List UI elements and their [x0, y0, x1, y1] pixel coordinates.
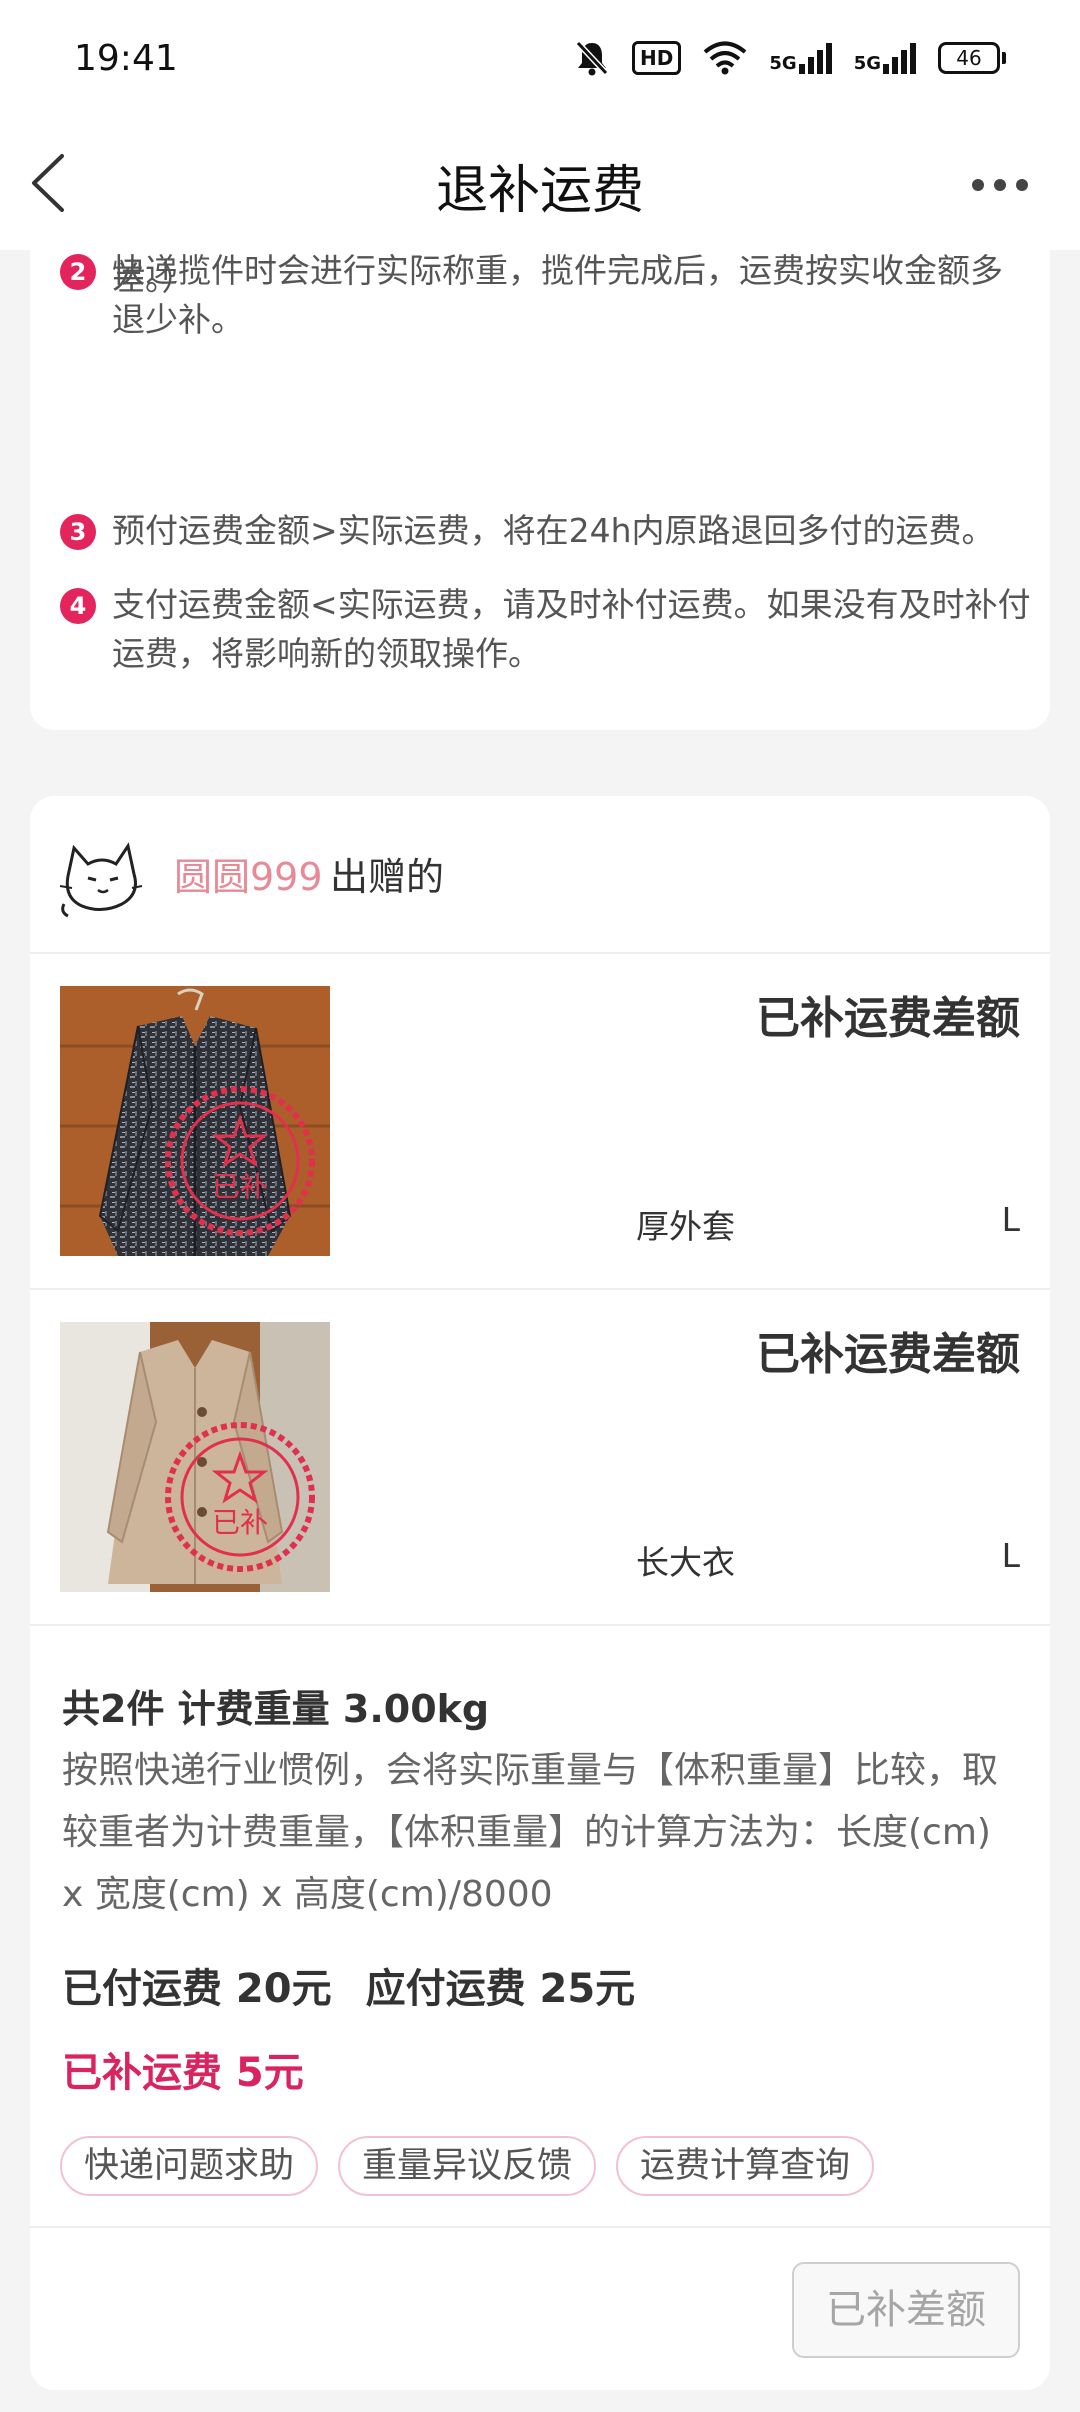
network-type-label: 5G [769, 52, 797, 74]
item-size: L [1001, 1200, 1020, 1239]
status-icons: HD 5G 5G 46 [574, 36, 1006, 80]
summary-description: 按照快递行业惯例，会将实际重量与【体积重量】比较，取较重者为计费重量，【体积重量… [62, 1750, 999, 1915]
battery-level: 46 [938, 42, 1000, 74]
avatar[interactable] [58, 838, 144, 918]
item-size: L [1001, 1536, 1020, 1575]
giver-suffix: 出赠的 [330, 855, 445, 899]
chip-shipping-help[interactable]: 快递问题求助 [60, 2136, 319, 2196]
nav-bar: 退补运费 [0, 120, 1080, 250]
list-item[interactable]: 已补 已补运费差额 长大衣 L [30, 1290, 1050, 1626]
rule-text: 快递揽件时会进行实际称重，揽件完成后，运费按实收金额多退少补。 [112, 251, 1003, 339]
item-name: 长大衣 [636, 1543, 735, 1582]
order-card: 圆圆999 出赠的 已补 已补运费差额 厚外套 L 已补 已补运费差额 长大衣 … [30, 796, 1050, 2390]
paid-fee: 已付运费 20元 [62, 1966, 332, 2012]
rule-number-badge: 3 [60, 514, 96, 550]
mute-bell-icon [574, 39, 610, 77]
divider [30, 2226, 1050, 2228]
due-fee: 应付运费 25元 [365, 1966, 636, 2012]
rule-number-badge: 4 [60, 588, 96, 624]
list-item[interactable]: 已补 已补运费差额 厚外套 L [30, 954, 1050, 1290]
giver-name[interactable]: 圆圆999 [174, 846, 323, 901]
more-icon[interactable] [972, 170, 1042, 200]
rule-number-badge: 2 [60, 254, 96, 290]
network-type-label: 5G [853, 52, 881, 74]
5g-signal-icon: 5G [853, 42, 916, 74]
battery-icon: 46 [938, 42, 1006, 74]
wifi-icon [703, 41, 747, 75]
stamp-label: 已补 [212, 1170, 268, 1203]
item-status: 已补运费差额 [756, 993, 1020, 1044]
item-photo-overcoat: 已补 [60, 1322, 330, 1592]
item-photo-coat: 已补 [60, 986, 330, 1256]
5g-signal-icon: 5G [769, 42, 832, 74]
stamp-label: 已补 [212, 1506, 268, 1539]
status-time: 19:41 [74, 38, 178, 79]
item-name: 厚外套 [636, 1207, 735, 1246]
chip-fee-calculation[interactable]: 运费计算查询 [616, 2136, 875, 2196]
hd-icon: HD [632, 41, 682, 75]
giver-header: 圆圆999 出赠的 [30, 796, 1050, 954]
fee-summary: 已付运费 20元 应付运费 25元 [62, 1956, 635, 2014]
chip-weight-dispute[interactable]: 重量异议反馈 [338, 2136, 597, 2196]
item-status: 已补运费差额 [756, 1329, 1020, 1380]
page-title: 退补运费 [435, 161, 644, 221]
help-chips: 快递问题求助 重量异议反馈 运费计算查询 [60, 2136, 875, 2196]
supplemented-button[interactable]: 已补差额 [792, 2262, 1020, 2358]
extra-paid-fee: 已补运费 5元 [62, 2050, 304, 2096]
rules-card: 领取时支付的运费为预估运费（因赠方发布闲置时的物品重量为预估重量，因品类选择误差… [30, 180, 1050, 730]
status-bar: 19:41 HD 5G 5G 46 [0, 0, 1080, 120]
rule-text: 预付运费金额>实际运费，将在24h内原路退回多付的运费。 [112, 511, 995, 550]
rule-text: 支付运费金额<实际运费，请及时补付运费。如果没有及时补付运费，将影响新的领取操作… [112, 585, 1031, 673]
summary-title: 共2件 计费重量 3.00kg [62, 1687, 490, 1731]
